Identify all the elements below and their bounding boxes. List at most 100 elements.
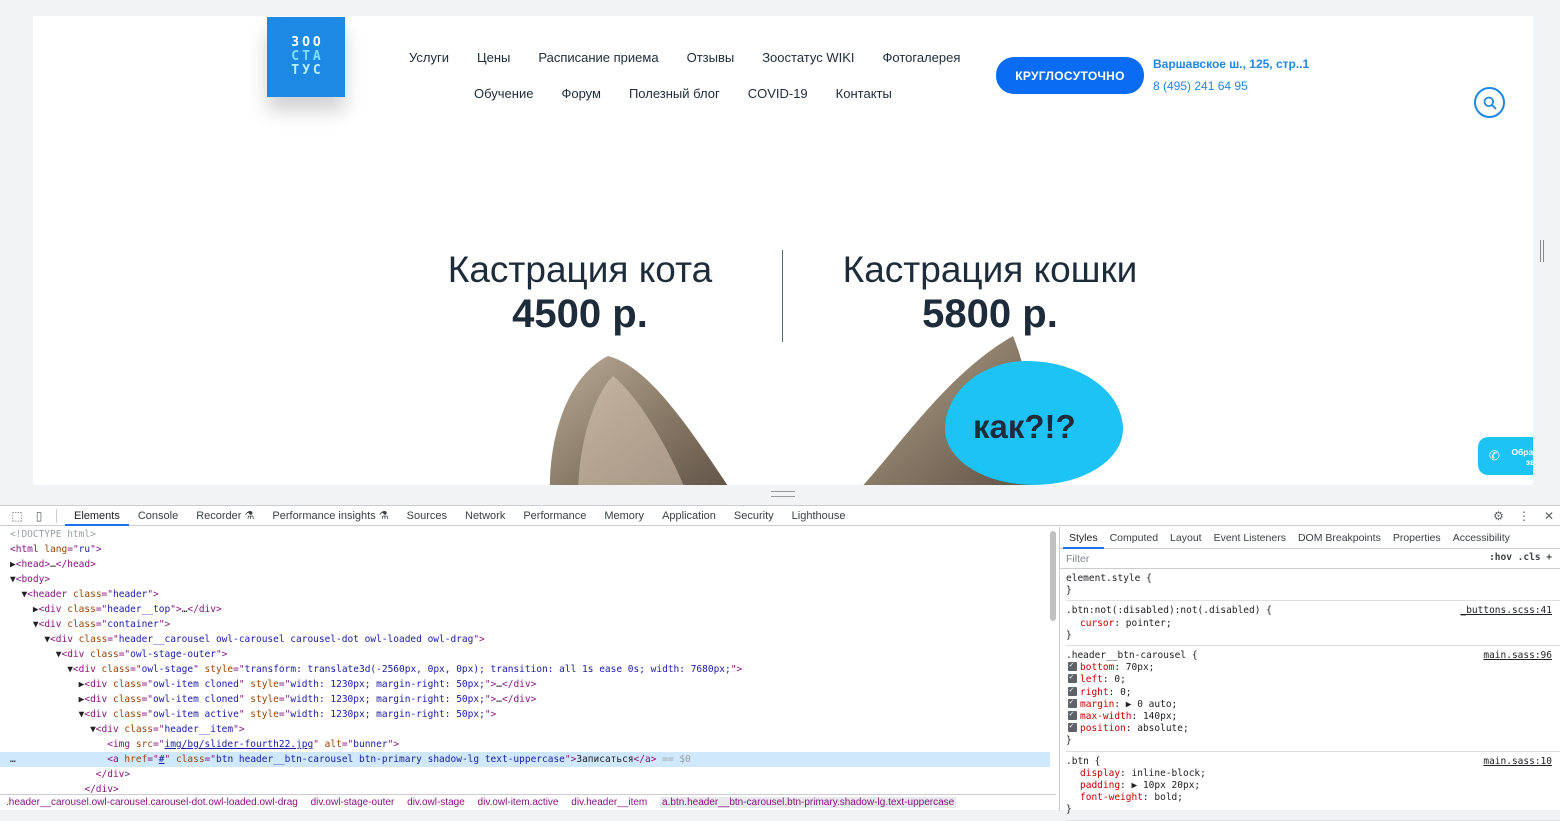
dom-node[interactable]: ▼<div class="owl-stage-outer"> <box>0 647 1050 662</box>
nav-link-schedule[interactable]: Расписание приема <box>538 50 658 65</box>
css-declaration[interactable]: bottom: 70px; <box>1066 659 1552 674</box>
nav-link-blog[interactable]: Полезный блог <box>629 86 720 101</box>
devtools-tab-sources[interactable]: Sources <box>398 506 456 526</box>
declaration-checkbox[interactable] <box>1068 684 1077 696</box>
css-declaration[interactable]: left: 0; <box>1066 671 1552 686</box>
css-declaration[interactable]: margin: ▶ 0 auto; <box>1066 696 1552 711</box>
devtools-tab-application[interactable]: Application <box>653 506 725 526</box>
css-property-value[interactable]: ▶ 0 auto; <box>1126 699 1177 710</box>
nav-link-services[interactable]: Услуги <box>409 50 449 65</box>
devtools-tab-elements[interactable]: Elements <box>65 506 129 526</box>
css-declaration[interactable]: position: absolute; <box>1066 720 1552 735</box>
css-property-value[interactable]: inline-block; <box>1132 768 1206 779</box>
dom-tree[interactable]: <!DOCTYPE html> <html lang="ru"> ▶<head>…<… <box>0 527 1050 795</box>
device-toolbar-icon[interactable]: ▯ <box>28 509 50 523</box>
devtools-tab-memory[interactable]: Memory <box>595 506 653 526</box>
breadcrumb-item-current[interactable]: a.btn.header__btn-carousel.btn-primary.s… <box>660 797 957 808</box>
dom-node[interactable]: <!DOCTYPE html> <box>0 527 1050 542</box>
css-declaration[interactable]: cursor: pointer; <box>1066 618 1552 630</box>
declaration-checkbox[interactable] <box>1068 720 1077 732</box>
dom-node[interactable]: ▶<div class="header__top">…</div> <box>0 602 1050 617</box>
search-button[interactable] <box>1474 87 1505 118</box>
css-selector[interactable]: element.style { <box>1066 573 1552 585</box>
clinic-address[interactable]: Варшавское ш., 125, стр..1 <box>1153 57 1309 71</box>
css-declaration[interactable]: display: inline-block; <box>1066 768 1552 780</box>
more-options-icon[interactable]: ⋮ <box>1518 509 1530 523</box>
css-rule[interactable]: .header__btn-carousel {main.sass:96botto… <box>1066 646 1560 752</box>
nav-link-prices[interactable]: Цены <box>477 50 510 65</box>
sidebar-tab-accessibility[interactable]: Accessibility <box>1447 527 1516 549</box>
viewport-resize-handle[interactable] <box>1540 240 1544 262</box>
dom-node[interactable]: ▶<div class="owl-item cloned" style="wid… <box>0 692 1050 707</box>
css-property-value[interactable]: pointer; <box>1126 618 1172 629</box>
nav-link-gallery[interactable]: Фотогалерея <box>883 50 961 65</box>
devtools-resize-handle[interactable] <box>771 491 795 497</box>
site-logo[interactable]: З О О С Т А Т У С <box>267 17 345 97</box>
css-property-value[interactable]: bold; <box>1154 792 1183 803</box>
breadcrumb-item[interactable]: div.owl-stage <box>407 797 465 808</box>
style-tools[interactable]: :hov .cls + <box>1489 552 1552 563</box>
dom-node[interactable]: ▼<header class="header"> <box>0 587 1050 602</box>
css-selector[interactable]: .header__btn-carousel { <box>1066 650 1552 662</box>
devtools-tab-performance[interactable]: Performance <box>514 506 595 526</box>
dom-node[interactable]: </div> <box>0 767 1050 782</box>
sidebar-tab-layout[interactable]: Layout <box>1164 527 1208 549</box>
css-declaration[interactable]: right: 0; <box>1066 684 1552 699</box>
devtools-tab-network[interactable]: Network <box>456 506 514 526</box>
css-property-value[interactable]: 0; <box>1120 687 1131 698</box>
css-source-link[interactable]: _buttons.scss:41 <box>1460 605 1552 617</box>
close-icon[interactable]: ✕ <box>1544 509 1554 523</box>
css-property-name[interactable]: position <box>1080 723 1126 734</box>
dom-node[interactable]: <img src="img/bg/slider-fourth22.jpg" al… <box>0 737 1050 752</box>
declaration-checkbox[interactable] <box>1068 708 1077 720</box>
css-declaration[interactable]: padding: ▶ 10px 20px; <box>1066 780 1552 792</box>
inspect-element-icon[interactable]: ⬚ <box>6 509 28 523</box>
sidebar-tab-styles[interactable]: Styles <box>1063 527 1104 549</box>
sidebar-tab-dom-breakpoints[interactable]: DOM Breakpoints <box>1292 527 1387 549</box>
nav-link-wiki[interactable]: Зоостатус WIKI <box>762 50 854 65</box>
css-property-value[interactable]: ▶ 10px 20px; <box>1132 780 1201 791</box>
css-property-value[interactable]: 0; <box>1114 674 1125 685</box>
around-the-clock-button[interactable]: КРУГЛОСУТОЧНО <box>996 57 1144 94</box>
devtools-tab-performance-insights[interactable]: Performance insights ⚗ <box>263 506 397 526</box>
css-property-name[interactable]: left <box>1080 674 1103 685</box>
nav-link-reviews[interactable]: Отзывы <box>687 50 735 65</box>
dom-node[interactable]: ▼<div class="owl-item active" style="wid… <box>0 707 1050 722</box>
css-selector[interactable]: .btn { <box>1066 756 1552 768</box>
css-rule[interactable]: element.style {} <box>1066 569 1560 602</box>
css-property-value[interactable]: 70px; <box>1126 662 1155 673</box>
breadcrumb-item[interactable]: div.owl-stage-outer <box>311 797 395 808</box>
devtools-tab-console[interactable]: Console <box>129 506 187 526</box>
dom-node[interactable]: ▶<div class="owl-item cloned" style="wid… <box>0 677 1050 692</box>
dom-node[interactable]: ▼<body> <box>0 572 1050 587</box>
declaration-checkbox[interactable] <box>1068 696 1077 708</box>
css-property-name[interactable]: padding <box>1080 780 1120 791</box>
css-declaration[interactable]: max-width: 140px; <box>1066 708 1552 723</box>
declaration-checkbox[interactable] <box>1068 671 1077 684</box>
nav-link-forum[interactable]: Форум <box>561 86 601 101</box>
dom-node[interactable]: ▼<div class="owl-stage" style="transform… <box>0 662 1050 677</box>
css-property-name[interactable]: display <box>1080 768 1120 779</box>
styles-filter-input[interactable]: Filter :hov .cls + <box>1060 549 1560 569</box>
devtools-tab-recorder[interactable]: Recorder ⚗ <box>187 506 263 526</box>
css-rule[interactable]: .btn:not(:disabled):not(.disabled) {_but… <box>1066 601 1560 647</box>
css-property-name[interactable]: right <box>1080 687 1109 698</box>
declaration-checkbox[interactable] <box>1068 659 1077 671</box>
css-source-link[interactable]: main.sass:10 <box>1483 756 1552 768</box>
css-source-link[interactable]: main.sass:96 <box>1483 650 1552 662</box>
devtools-tab-lighthouse[interactable]: Lighthouse <box>783 506 855 526</box>
dom-node[interactable]: <html lang="ru"> <box>0 542 1050 557</box>
dom-node-selected[interactable]: … <a href="#" class="btn header__btn-car… <box>0 752 1050 767</box>
css-property-name[interactable]: font-weight <box>1080 792 1143 803</box>
breadcrumb-item[interactable]: div.owl-item.active <box>478 797 559 808</box>
sidebar-tab-properties[interactable]: Properties <box>1387 527 1447 549</box>
css-property-value[interactable]: absolute; <box>1137 723 1188 734</box>
nav-link-training[interactable]: Обучение <box>474 86 533 101</box>
dom-node[interactable]: ▶<head>…</head> <box>0 557 1050 572</box>
callback-button[interactable]: ✆ Обратный звонок <box>1478 437 1533 475</box>
dom-node[interactable]: ▼<div class="header__item"> <box>0 722 1050 737</box>
css-property-name[interactable]: max-width <box>1080 711 1131 722</box>
clinic-phone[interactable]: 8 (495) 241 64 95 <box>1153 79 1248 93</box>
breadcrumb-item[interactable]: .header__carousel.owl-carousel.carousel-… <box>6 797 298 808</box>
css-rule[interactable]: .btn {main.sass:10 display: inline-block;… <box>1066 752 1560 821</box>
